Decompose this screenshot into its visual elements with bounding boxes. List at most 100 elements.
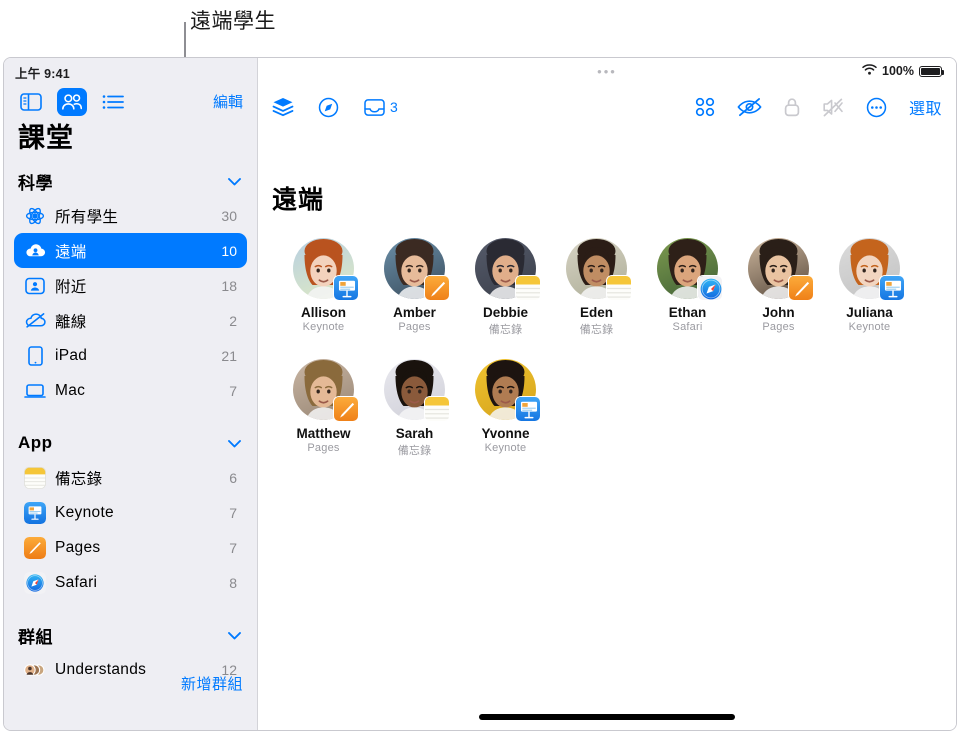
grid-view-button[interactable] [695, 97, 715, 117]
sidebar-item-pages[interactable]: Pages 7 [14, 530, 247, 565]
student-card[interactable]: Yvonne Keynote [460, 359, 551, 458]
student-current-app: 備忘錄 [397, 445, 432, 457]
sidebar-item-label: 遠端 [55, 243, 87, 261]
ipad-window: 上午 9:41 編輯 課堂 科學 所有學生 30 遠端 10 附近 18 離線 … [3, 57, 957, 731]
people-icon [62, 94, 83, 110]
avatar-wrap [384, 238, 450, 301]
sidebar-item-label: 所有學生 [55, 208, 119, 226]
student-name: Matthew [296, 426, 351, 441]
student-name: Allison [300, 305, 346, 320]
sidebar-item-label: Mac [55, 381, 86, 399]
sidebar-item-offline[interactable]: 離線 2 [14, 303, 247, 338]
group-avatars-icon [24, 659, 46, 681]
compass-icon [318, 97, 339, 117]
student-card[interactable]: Debbie 備忘錄 [460, 238, 551, 337]
avatar-wrap [657, 238, 723, 301]
sidebar-item-ipad[interactable]: iPad 21 [14, 338, 247, 373]
pages-app-icon [333, 396, 359, 422]
edit-button[interactable]: 編輯 [213, 91, 243, 112]
cloud-person-icon [24, 240, 46, 262]
pages-app-icon [424, 275, 450, 301]
avatar-wrap [475, 238, 541, 301]
student-card[interactable]: Juliana Keynote [824, 238, 915, 337]
student-card[interactable]: Matthew Pages [278, 359, 369, 458]
atom-icon [24, 205, 46, 227]
sidebar-item-mac[interactable]: Mac 7 [14, 373, 247, 408]
sidebar-section-header-app[interactable]: App [4, 426, 257, 460]
sidebar-item-label: Safari [55, 573, 98, 591]
sidebar-toggle-button[interactable] [16, 88, 46, 116]
layers-button[interactable] [272, 97, 294, 117]
student-name: Juliana [846, 305, 893, 320]
sidebar-item-label: 離線 [55, 313, 87, 331]
battery-icon [919, 65, 944, 77]
lock-icon [784, 98, 800, 117]
more-button[interactable] [866, 97, 887, 118]
section-title: App [18, 433, 53, 452]
avatar-wrap [748, 238, 814, 301]
student-name: Debbie [482, 305, 528, 320]
sidebar-section-header-science[interactable]: 科學 [4, 164, 257, 198]
speaker-slash-icon [823, 98, 843, 116]
main-toolbar: 3 選取 [258, 86, 956, 128]
main-title: 遠端 [272, 186, 325, 214]
student-card[interactable]: Sarah 備忘錄 [369, 359, 460, 458]
grid-four-icon [695, 97, 715, 117]
student-name: Amber [393, 305, 436, 320]
select-button[interactable]: 選取 [909, 95, 942, 119]
student-name: John [762, 305, 795, 320]
sidebar-item-label: iPad [55, 346, 88, 364]
sidebar-item-label: Pages [55, 538, 101, 556]
inbox-count: 3 [390, 99, 398, 115]
avatar-wrap [475, 359, 541, 422]
sidebar-item-notes[interactable]: 備忘錄 6 [14, 460, 247, 495]
people-view-button[interactable] [57, 88, 87, 116]
chevron-down-icon[interactable] [228, 629, 241, 642]
chevron-down-icon[interactable] [228, 175, 241, 188]
hide-screen-button[interactable] [737, 97, 762, 117]
student-card[interactable]: Ethan Safari [642, 238, 733, 337]
student-current-app: Pages [762, 321, 795, 333]
sidebar-item-count: 30 [221, 207, 237, 224]
sidebar-section-header-groups[interactable]: 群組 [4, 618, 257, 652]
notes-app-icon [24, 466, 46, 489]
main-pane: ••• 100% 3 選取 遠端 Allison Keynote Amber P… [258, 58, 956, 730]
sidebar-item-safari[interactable]: Safari 8 [14, 565, 247, 600]
student-name: Eden [579, 305, 613, 320]
list-view-button[interactable] [98, 88, 128, 116]
lock-button[interactable] [784, 97, 800, 117]
notes-app-icon [424, 396, 450, 422]
sidebar-item-count: 7 [229, 539, 237, 556]
avatar-wrap [384, 359, 450, 422]
window-grabber[interactable]: ••• [258, 65, 956, 78]
mute-button[interactable] [822, 98, 844, 117]
toolbar-right-group: 選取 [695, 95, 942, 119]
battery-percent-label: 100% [882, 64, 914, 78]
student-current-app: Keynote [302, 321, 345, 333]
sidebar-item-label: Keynote [55, 503, 114, 521]
sidebar-view-segmented-control[interactable] [16, 88, 128, 116]
sidebar-item-nearby[interactable]: 附近 18 [14, 268, 247, 303]
inbox-button[interactable]: 3 [363, 98, 398, 117]
home-indicator [479, 714, 735, 720]
add-group-button[interactable]: 新增群組 [181, 673, 243, 694]
safari-app-icon [697, 275, 723, 301]
student-card[interactable]: Amber Pages [369, 238, 460, 337]
student-name: Ethan [668, 305, 707, 320]
student-card[interactable]: Allison Keynote [278, 238, 369, 337]
student-card[interactable]: Eden 備忘錄 [551, 238, 642, 337]
toolbar-left-group: 3 [272, 97, 398, 118]
sidebar-item-remote[interactable]: 遠端 10 [14, 233, 247, 268]
student-current-app: Pages [307, 442, 340, 454]
sidebar: 上午 9:41 編輯 課堂 科學 所有學生 30 遠端 10 附近 18 離線 … [4, 58, 258, 730]
sidebar-item-count: 8 [229, 574, 237, 591]
student-current-app: Keynote [848, 321, 891, 333]
sidebar-item-count: 2 [229, 312, 237, 329]
sidebar-item-keynote[interactable]: Keynote 7 [14, 495, 247, 530]
chevron-down-icon[interactable] [228, 437, 241, 450]
navigate-button[interactable] [318, 97, 339, 118]
student-name: Sarah [395, 426, 434, 441]
student-card[interactable]: John Pages [733, 238, 824, 337]
eye-slash-icon [737, 98, 762, 117]
sidebar-item-all-students[interactable]: 所有學生 30 [14, 198, 247, 233]
